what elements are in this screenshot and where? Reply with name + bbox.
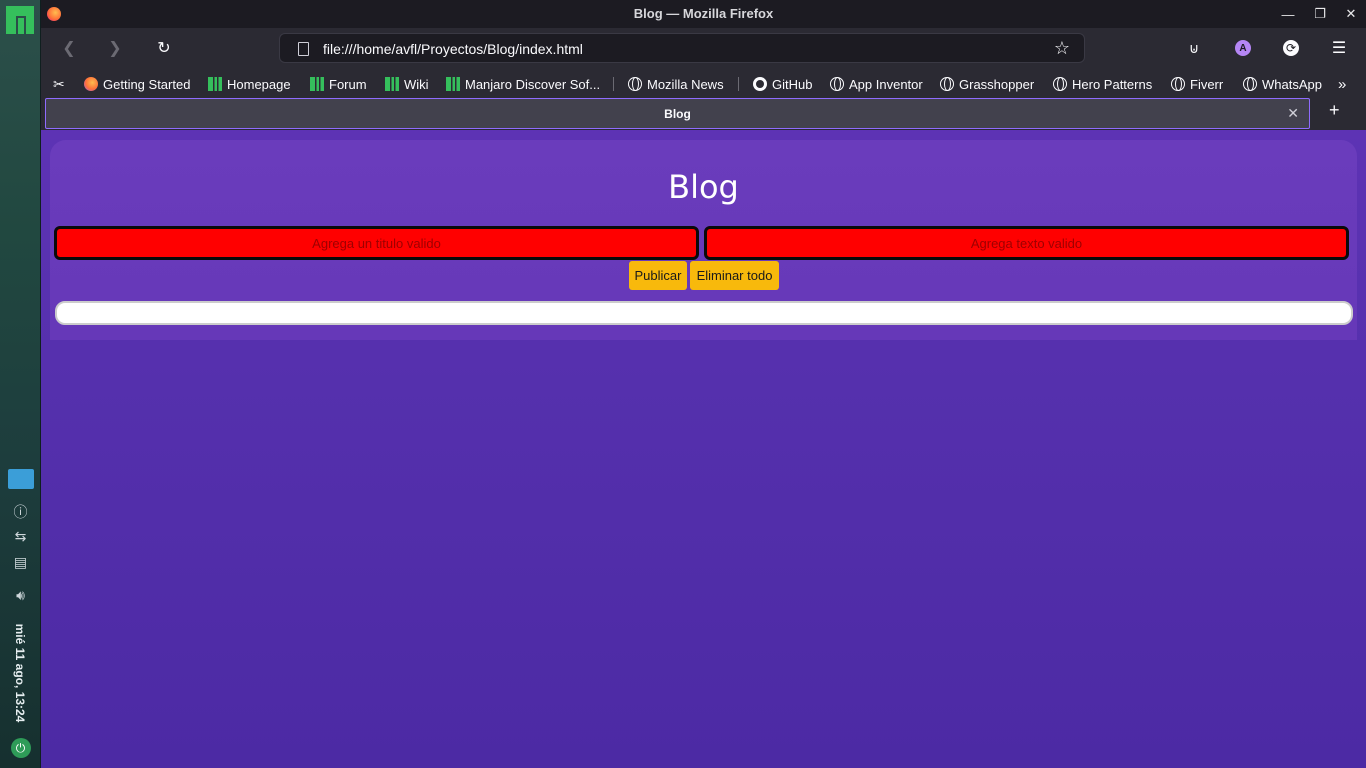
globe-icon [830,77,844,91]
minimize-icon[interactable]: — [1278,4,1298,24]
close-window-icon[interactable]: ✕ [1341,4,1361,24]
sync-icon[interactable]: ⟳ [1278,36,1304,60]
manjaro-icon [208,77,222,91]
avatar: A [1235,40,1251,56]
url-text[interactable]: file:///home/avfl/Proyectos/Blog/index.h… [323,41,583,57]
globe-icon [940,77,954,91]
network-icon[interactable]: ⇆ [0,528,41,545]
pocket-icon[interactable]: ⊍ [1181,36,1207,60]
account-button[interactable]: A [1230,36,1256,60]
menu-icon[interactable]: ☰ [1326,36,1352,60]
delete-all-button[interactable]: Eliminar todo [690,261,779,290]
bookmark-manjaro-discover[interactable]: Manjaro Discover Sof... [446,75,600,93]
bookmark-grasshopper[interactable]: Grasshopper [940,75,1034,93]
clock[interactable]: mié 11 ago, 13:24 [8,617,32,729]
browser-window: Blog — Mozilla Firefox — ❐ ✕ ❮ ❯ ↻ file:… [41,0,1366,768]
new-tab-icon[interactable]: + [1329,100,1340,121]
page-title: Blog [668,168,739,206]
bookmarks-toolbar: ✂ Getting Started Homepage Forum Wiki Ma… [41,68,1366,98]
tab-strip: Blog ✕ + [41,98,1366,130]
nav-bar: ❮ ❯ ↻ file:///home/avfl/Proyectos/Blog/i… [41,28,1366,68]
url-bar[interactable]: file:///home/avfl/Proyectos/Blog/index.h… [279,33,1085,63]
title-input[interactable]: Agrega un titulo valido [54,226,699,260]
folder-icon[interactable] [0,469,41,489]
page-content: Blog Agrega un titulo valido Agrega text… [41,130,1366,768]
back-button[interactable]: ❮ [56,36,82,60]
volume-icon[interactable]: 🔊︎ [0,587,41,604]
bookmark-homepage[interactable]: Homepage [208,75,291,93]
power-icon[interactable]: ⏻ [0,738,41,758]
github-icon [753,77,767,91]
manjaro-icon [385,77,399,91]
text-input-placeholder: Agrega texto valido [970,235,1083,251]
bookmark-fiverr[interactable]: Fiverr [1171,75,1223,93]
posts-container [55,301,1353,325]
desktop-panel: ⓘ ⇆ ▤ 🔊︎ mié 11 ago, 13:24 ⏻ [0,0,41,768]
bookmark-whatsapp[interactable]: WhatsApp [1243,75,1322,93]
manjaro-icon [310,77,324,91]
bookmark-forum[interactable]: Forum [310,75,367,93]
bookmarks-separator [738,75,739,93]
firefox-icon [84,77,98,91]
globe-icon [1171,77,1185,91]
bookmark-wiki[interactable]: Wiki [385,75,429,93]
tab-blog[interactable]: Blog ✕ [45,98,1310,129]
globe-icon [1243,77,1257,91]
window-title: Blog — Mozilla Firefox [633,6,774,21]
title-bar: Blog — Mozilla Firefox — ❐ ✕ [41,0,1366,28]
forward-button[interactable]: ❯ [102,36,128,60]
reload-button[interactable]: ↻ [151,36,177,60]
bookmark-github[interactable]: GitHub [753,75,812,93]
clipboard-icon[interactable]: ▤ [0,554,41,571]
bookmark-app-inventor[interactable]: App Inventor [830,75,923,93]
manjaro-menu-icon[interactable] [6,6,34,34]
publish-button[interactable]: Publicar [629,261,687,290]
globe-icon [628,77,642,91]
bookmarks-manage-icon[interactable]: ✂ [53,75,65,93]
manjaro-icon [446,77,460,91]
restore-icon[interactable]: ❐ [1310,4,1330,24]
close-tab-icon[interactable]: ✕ [1287,105,1299,122]
chevron-right-icon[interactable]: » [1338,75,1346,93]
bookmark-mozilla-news[interactable]: Mozilla News [628,75,724,93]
title-input-placeholder: Agrega un titulo valido [312,235,441,251]
bookmark-getting-started[interactable]: Getting Started [84,75,190,93]
text-input[interactable]: Agrega texto valido [704,226,1349,260]
bookmarks-separator [613,75,614,93]
bookmark-star-icon[interactable]: ☆ [1054,38,1070,59]
bookmark-hero-patterns[interactable]: Hero Patterns [1053,75,1152,93]
tab-label: Blog [664,107,691,121]
globe-icon [1053,77,1067,91]
info-icon[interactable]: ⓘ [0,502,41,522]
page-icon [298,42,309,56]
